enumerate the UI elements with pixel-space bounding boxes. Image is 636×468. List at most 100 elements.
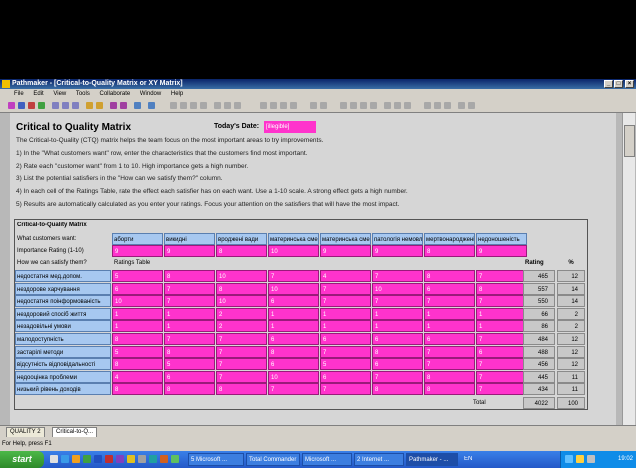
rating-cell[interactable]: 1 xyxy=(372,320,423,333)
ellipse-icon[interactable] xyxy=(290,102,297,109)
importance-cell[interactable]: 9 xyxy=(372,245,423,257)
rating-cell[interactable]: 7 xyxy=(216,358,267,371)
table-icon[interactable] xyxy=(224,102,231,109)
rating-cell[interactable]: 8 xyxy=(112,383,163,396)
rating-cell[interactable]: 1 xyxy=(372,307,423,320)
task-button[interactable]: Total Commander xyxy=(246,453,300,466)
rating-cell[interactable]: 8 xyxy=(372,383,423,396)
menu-help[interactable]: Help xyxy=(171,91,183,97)
rating-cell[interactable]: 8 xyxy=(268,345,319,358)
grid-icon[interactable] xyxy=(234,102,241,109)
rating-cell[interactable]: 7 xyxy=(476,358,527,371)
acrobat-icon[interactable] xyxy=(105,455,113,463)
rating-cell[interactable]: 1 xyxy=(112,307,163,320)
today-date-field[interactable]: [illegible] xyxy=(264,121,316,133)
importance-cell[interactable]: 8 xyxy=(216,245,267,257)
rating-cell[interactable]: 10 xyxy=(216,295,267,308)
rating-cell[interactable]: 8 xyxy=(424,370,475,383)
satisfier-cell[interactable]: малодоступність xyxy=(15,333,111,345)
satisfier-cell[interactable]: застарілі методи xyxy=(15,345,111,358)
app-icon[interactable] xyxy=(2,80,10,88)
task-button[interactable]: 5 Microsoft ... xyxy=(188,453,244,466)
importance-cell[interactable]: 10 xyxy=(268,245,319,257)
rating-cell[interactable]: 7 xyxy=(164,333,215,345)
new-doc-icon[interactable] xyxy=(8,102,15,109)
rating-cell[interactable]: 8 xyxy=(476,282,527,295)
task-button[interactable]: Microsoft ... xyxy=(302,453,352,466)
rating-cell[interactable]: 8 xyxy=(216,282,267,295)
copy-icon[interactable] xyxy=(62,102,69,109)
pen-icon[interactable] xyxy=(370,102,377,109)
volume-icon[interactable] xyxy=(576,455,584,463)
ie-icon[interactable] xyxy=(61,455,69,463)
rating-cell[interactable]: 7 xyxy=(372,270,423,282)
print-icon[interactable] xyxy=(38,102,45,109)
rating-cell[interactable]: 8 xyxy=(424,383,475,396)
menu-tools[interactable]: Tools xyxy=(76,91,90,97)
redo-icon[interactable] xyxy=(96,102,103,109)
importance-cell[interactable]: 9 xyxy=(164,245,215,257)
close-button[interactable]: × xyxy=(625,80,634,88)
rating-cell[interactable]: 7 xyxy=(424,295,475,308)
rating-cell[interactable]: 1 xyxy=(424,320,475,333)
menu-file[interactable]: File xyxy=(14,91,24,97)
rating-cell[interactable]: 7 xyxy=(476,295,527,308)
satisfier-cell[interactable]: недостатня поінформованість xyxy=(15,295,111,308)
delete-row-icon[interactable] xyxy=(190,102,197,109)
filter-icon[interactable] xyxy=(120,102,127,109)
importance-cell[interactable]: 9 xyxy=(476,245,527,257)
rating-cell[interactable]: 4 xyxy=(112,370,163,383)
underline-icon[interactable] xyxy=(404,102,411,109)
rating-cell[interactable]: 10 xyxy=(216,270,267,282)
rating-cell[interactable]: 8 xyxy=(164,383,215,396)
satisfier-cell[interactable]: недостатня мед.допом. xyxy=(15,270,111,282)
language-indicator[interactable]: EN xyxy=(464,456,472,463)
italic-icon[interactable] xyxy=(394,102,401,109)
satisfier-cell[interactable]: низький рівень доходів xyxy=(15,383,111,396)
satisfier-cell[interactable]: незадовільні умови xyxy=(15,320,111,333)
want-header[interactable]: патологія немовлят xyxy=(372,233,423,245)
insert-row-icon[interactable] xyxy=(170,102,177,109)
app-icon-quicklaunch[interactable] xyxy=(149,455,157,463)
task-button-active[interactable]: Pathmaker - ... xyxy=(406,453,458,466)
line-icon[interactable] xyxy=(270,102,277,109)
rating-cell[interactable]: 1 xyxy=(268,320,319,333)
want-header[interactable]: материнська смертність xyxy=(320,233,371,245)
task-button[interactable]: 2 Internet ... xyxy=(354,453,404,466)
want-header[interactable]: мертвонародженість xyxy=(424,233,475,245)
folder-icon[interactable] xyxy=(72,455,80,463)
vertical-scrollbar[interactable] xyxy=(622,113,635,425)
rating-cell[interactable]: 7 xyxy=(216,345,267,358)
menu-collaborate[interactable]: Collaborate xyxy=(100,91,131,97)
text-icon[interactable] xyxy=(260,102,267,109)
rating-cell[interactable]: 6 xyxy=(268,295,319,308)
rating-cell[interactable]: 6 xyxy=(320,333,371,345)
insert-column-icon[interactable] xyxy=(180,102,187,109)
rating-cell[interactable]: 1 xyxy=(320,307,371,320)
maximize-button[interactable]: □ xyxy=(614,80,623,88)
app-icon-quicklaunch[interactable] xyxy=(138,455,146,463)
rating-cell[interactable]: 7 xyxy=(424,345,475,358)
rating-cell[interactable]: 6 xyxy=(372,333,423,345)
excel-icon[interactable] xyxy=(83,455,91,463)
zoom-icon[interactable] xyxy=(148,102,155,109)
rating-cell[interactable]: 6 xyxy=(164,370,215,383)
rating-cell[interactable]: 8 xyxy=(164,345,215,358)
explorer-icon[interactable] xyxy=(127,455,135,463)
antivirus-icon[interactable] xyxy=(587,455,595,463)
rating-cell[interactable]: 1 xyxy=(424,307,475,320)
align-center-icon[interactable] xyxy=(434,102,441,109)
scroll-thumb[interactable] xyxy=(624,125,635,157)
line-color-icon[interactable] xyxy=(350,102,357,109)
rating-cell[interactable]: 7 xyxy=(476,383,527,396)
rating-cell[interactable]: 8 xyxy=(112,333,163,345)
importance-cell[interactable]: 9 xyxy=(112,245,163,257)
rating-cell[interactable]: 4 xyxy=(320,270,371,282)
link-icon[interactable] xyxy=(320,102,327,109)
rating-cell[interactable]: 1 xyxy=(112,320,163,333)
satisfier-cell[interactable]: відсутність відповідальності xyxy=(15,358,111,371)
rating-cell[interactable]: 1 xyxy=(476,320,527,333)
satisfier-cell[interactable]: недооцінка проблеми xyxy=(15,370,111,383)
rating-cell[interactable]: 5 xyxy=(112,345,163,358)
rating-cell[interactable]: 7 xyxy=(164,295,215,308)
